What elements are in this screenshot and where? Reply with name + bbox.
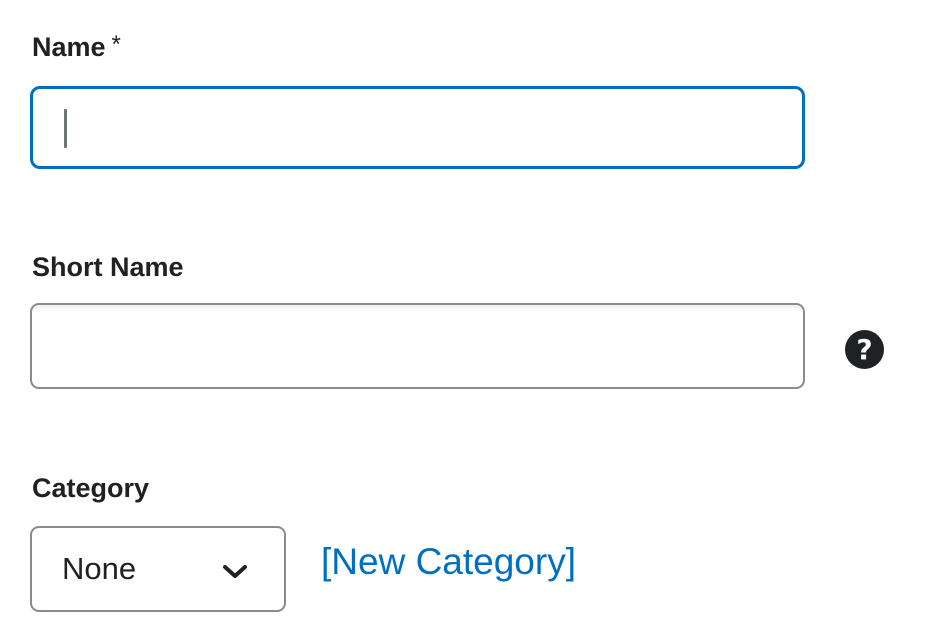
new-category-link[interactable]: [New Category] xyxy=(321,541,576,583)
question-circle-icon[interactable]: ? xyxy=(845,330,884,369)
category-label: Category xyxy=(32,473,150,503)
text-caret xyxy=(64,109,67,148)
short-name-input[interactable] xyxy=(30,303,805,389)
category-select[interactable]: None xyxy=(30,526,286,612)
chevron-down-icon xyxy=(223,565,247,578)
name-label-text: Name xyxy=(32,32,106,62)
name-input[interactable] xyxy=(30,86,805,169)
category-selected-value: None xyxy=(62,551,137,586)
name-label: Name * xyxy=(32,31,121,62)
required-asterisk: * xyxy=(111,31,121,58)
short-name-label: Short Name xyxy=(32,252,184,282)
